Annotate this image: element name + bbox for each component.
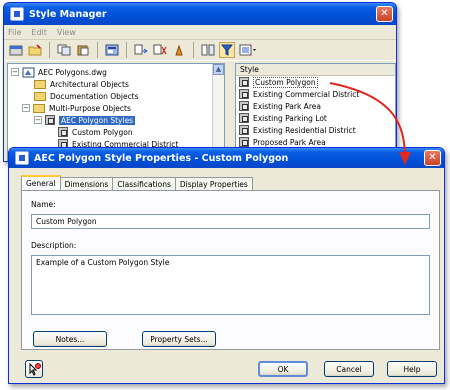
style-list-label: Existing Park Area <box>253 101 321 111</box>
tab-display-properties[interactable]: Display Properties <box>174 177 253 190</box>
style-icon <box>58 127 68 137</box>
name-field[interactable]: Custom Polygon <box>31 214 430 229</box>
view-options-icon[interactable] <box>238 42 260 58</box>
open-drawing-icon[interactable] <box>8 42 24 58</box>
name-label: Name: <box>31 200 56 209</box>
tree-node-drawing[interactable]: − AEC Polygons.dwg <box>8 66 224 78</box>
toolbar-separator <box>49 42 50 58</box>
properties-title: AEC Polygon Style Properties - Custom Po… <box>34 152 289 164</box>
tree-node-label: Documentation Objects <box>50 91 139 101</box>
style-folder-icon <box>45 115 55 125</box>
tree-node-label: Multi-Purpose Objects <box>49 103 131 113</box>
style-list-item[interactable]: Custom Polygon <box>236 76 395 88</box>
app-icon <box>10 7 24 21</box>
purge-styles-icon[interactable] <box>152 42 168 58</box>
style-icon <box>239 77 249 87</box>
property-sets-button[interactable]: Property Sets... <box>142 331 216 347</box>
style-properties-dialog: AEC Polygon Style Properties - Custom Po… <box>8 147 445 384</box>
toolbar <box>4 39 396 61</box>
properties-tabs: General Dimensions Classifications Displ… <box>21 175 253 190</box>
style-list-item[interactable]: Existing Commercial District <box>236 88 395 100</box>
menu-view[interactable]: View <box>57 28 76 37</box>
notes-button[interactable]: Notes... <box>33 331 107 347</box>
general-tab-panel: Name: Custom Polygon Description: Exampl… <box>21 190 440 350</box>
tree-node-label: AEC Polygon Styles <box>59 115 136 125</box>
menu-file[interactable]: File <box>8 28 21 37</box>
tab-classifications[interactable]: Classifications <box>112 177 176 190</box>
style-icon <box>239 101 249 111</box>
description-label: Description: <box>31 241 77 250</box>
style-list-label: Proposed Park Area <box>253 137 326 147</box>
tree-node-label: Custom Polygon <box>72 127 133 137</box>
scroll-up-icon[interactable]: ▲ <box>213 64 224 75</box>
paste-icon[interactable] <box>75 42 91 58</box>
style-list-label: Custom Polygon <box>253 76 318 88</box>
description-field[interactable]: Example of a Custom Polygon Style <box>31 255 430 315</box>
set-from-icon[interactable] <box>133 42 149 58</box>
collapse-icon[interactable]: − <box>11 68 19 76</box>
style-list-item[interactable]: Existing Park Area <box>236 100 395 112</box>
cancel-button[interactable]: Cancel <box>324 361 374 377</box>
copy-icon[interactable] <box>56 42 72 58</box>
properties-titlebar[interactable]: AEC Polygon Style Properties - Custom Po… <box>9 148 444 168</box>
style-manager-close-button[interactable]: ✕ <box>376 6 393 22</box>
style-list-item[interactable]: Existing Residential District <box>236 124 395 136</box>
style-icon <box>239 125 249 135</box>
toolbar-separator <box>126 42 127 58</box>
tree-node-label: AEC Polygons.dwg <box>38 67 107 77</box>
style-icon <box>239 113 249 123</box>
collapse-icon[interactable]: − <box>34 116 42 124</box>
tree-node-custom-polygon[interactable]: Custom Polygon <box>8 126 224 138</box>
toolbar-separator <box>97 42 98 58</box>
toggle-view-icon[interactable] <box>200 42 216 58</box>
edit-style-icon[interactable] <box>104 42 120 58</box>
filter-style-icon[interactable] <box>219 42 235 58</box>
tab-dimensions[interactable]: Dimensions <box>59 177 114 190</box>
style-column-header[interactable]: Style <box>236 64 395 76</box>
help-button[interactable]: Help <box>387 361 437 377</box>
properties-close-button[interactable]: ✕ <box>424 150 441 166</box>
style-list-label: Existing Residential District <box>253 125 356 135</box>
tree-node-label: Architectural Objects <box>50 79 129 89</box>
tree-node-aec-polygon-styles[interactable]: − AEC Polygon Styles <box>8 114 224 126</box>
app-icon <box>15 151 29 165</box>
folder-icon <box>33 103 45 113</box>
ok-button[interactable]: OK <box>258 361 308 377</box>
style-icon <box>239 137 249 147</box>
help-pointer-icon[interactable] <box>25 360 43 378</box>
style-manager-titlebar[interactable]: Style Manager ✕ <box>4 3 396 25</box>
tree-node-documentation-objects[interactable]: Documentation Objects <box>8 90 224 102</box>
toolbar-separator <box>193 42 194 58</box>
cleanup-icon[interactable] <box>171 42 187 58</box>
open-folder-icon[interactable] <box>27 42 43 58</box>
style-manager-title: Style Manager <box>29 8 107 20</box>
style-icon <box>239 89 249 99</box>
tree-node-architectural-objects[interactable]: Architectural Objects <box>8 78 224 90</box>
style-manager-window: Style Manager ✕ File Edit View − AEC Pol… <box>3 2 397 162</box>
menubar: File Edit View <box>4 25 396 39</box>
drawing-icon <box>22 67 35 77</box>
folder-icon <box>34 91 46 101</box>
collapse-icon[interactable]: − <box>22 104 30 112</box>
tree-node-multi-purpose-objects[interactable]: − Multi-Purpose Objects <box>8 102 224 114</box>
menu-edit[interactable]: Edit <box>31 28 47 37</box>
tab-general[interactable]: General <box>21 175 61 190</box>
style-list-label: Existing Commercial District <box>253 89 360 99</box>
folder-icon <box>34 79 46 89</box>
style-list-item[interactable]: Existing Parking Lot <box>236 112 395 124</box>
style-list-label: Existing Parking Lot <box>253 113 327 123</box>
